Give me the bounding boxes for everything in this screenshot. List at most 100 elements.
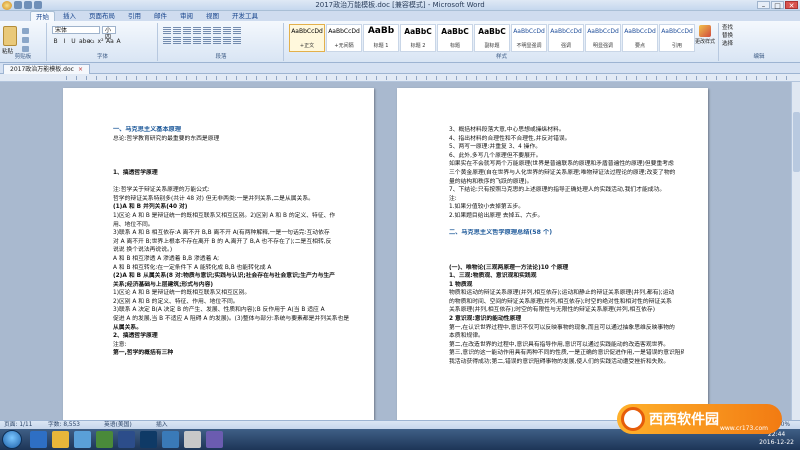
copy-icon[interactable] (22, 37, 29, 43)
paste-button[interactable] (3, 26, 17, 46)
tab-6[interactable]: 视图 (201, 11, 224, 21)
style-item[interactable]: AaBbCcDd 明显强调 (585, 24, 621, 52)
start-button-icon[interactable] (2, 430, 22, 449)
ruler-tick (286, 76, 287, 80)
tab-3[interactable]: 引用 (123, 11, 146, 21)
document-page-2[interactable]: 3、概括材料段落大意,中心思想或操纵材料。 4、指出材料的合理性和不合理性,并反对… (397, 88, 708, 420)
ruler-tick (786, 76, 787, 80)
ruler-tick (656, 76, 657, 80)
font-format-button[interactable]: x² (97, 38, 104, 46)
close-icon[interactable]: ✕ (785, 1, 798, 10)
app2-icon[interactable] (184, 431, 201, 448)
ruler-tick (376, 76, 377, 80)
cut-icon[interactable] (22, 28, 29, 34)
ruler-tick (536, 76, 537, 80)
document-page-1[interactable]: 一、马克思主义基本原理 总论:哲学教育研究的最重要的东西是原理 1、搞透哲学原理 注:… (63, 88, 374, 420)
tab-1[interactable]: 插入 (58, 11, 81, 21)
style-item[interactable]: AaBbCcDd +正文 (289, 24, 325, 52)
photoshop-icon[interactable] (140, 431, 157, 448)
explorer-icon[interactable] (52, 431, 69, 448)
minimize-icon[interactable]: – (757, 1, 770, 10)
bullets-icon[interactable] (163, 27, 171, 34)
site-watermark: 西西软件园 www.cr173.com (617, 404, 782, 434)
show-marks-icon[interactable] (233, 27, 241, 34)
word-open-icon[interactable] (162, 431, 179, 448)
style-item[interactable]: AaBbCcDd +无间隔 (326, 24, 362, 52)
decrease-indent-icon[interactable] (193, 27, 201, 34)
font-name-select[interactable]: 宋体 (52, 26, 100, 34)
document-tab[interactable]: 2017政治万能模板.doc × (3, 64, 90, 74)
chinese-layout-icon[interactable] (213, 27, 221, 34)
font-format-button[interactable]: Aa (106, 38, 114, 46)
font-format-button[interactable]: abe (79, 38, 90, 46)
change-styles-button[interactable]: 更改样式 (694, 24, 716, 52)
word-taskbar-icon[interactable] (118, 431, 135, 448)
style-item[interactable]: AaBbCcDd 要点 (622, 24, 658, 52)
text-line: (2)A 和 B 从属关系(8 对:物质与意识;实践与认识;社会存在与社会意识;… (113, 273, 335, 280)
align-left-icon[interactable] (163, 37, 171, 44)
ruler-tick (216, 76, 217, 80)
borders-icon[interactable] (233, 37, 241, 44)
text-line: 关系;经济基础与上层建筑;形式与内容) (113, 281, 214, 288)
tab-5[interactable]: 审阅 (175, 11, 198, 21)
maximize-icon[interactable]: □ (771, 1, 784, 10)
format-painter-icon[interactable] (22, 46, 29, 52)
ruler-tick (746, 76, 747, 80)
style-item[interactable]: AaBbCcDd 强调 (548, 24, 584, 52)
ruler-tick (406, 76, 407, 80)
increase-indent-icon[interactable] (203, 27, 211, 34)
justify-icon[interactable] (193, 37, 201, 44)
ruler-tick (266, 76, 267, 80)
find-button[interactable]: 查找 (722, 24, 733, 32)
text-line (449, 255, 684, 264)
replace-button[interactable]: 替换 (722, 32, 733, 40)
style-preview: AaBbC (404, 27, 432, 36)
font-format-button[interactable]: U (70, 38, 77, 46)
sort-icon[interactable] (223, 27, 231, 34)
align-right-icon[interactable] (183, 37, 191, 44)
style-item[interactable]: AaBbCcDd 不明显强调 (511, 24, 547, 52)
align-center-icon[interactable] (173, 37, 181, 44)
font-format-button[interactable]: B (52, 38, 59, 46)
ruler-tick (576, 76, 577, 80)
ie-icon[interactable] (30, 431, 47, 448)
style-item[interactable]: AaBbCcDd 引用 (659, 24, 695, 52)
font-format-button[interactable]: A (115, 38, 122, 46)
ruler-tick (456, 76, 457, 80)
select-button[interactable]: 选择 (722, 40, 733, 48)
font-size-select[interactable]: 小四 (102, 26, 116, 41)
tab-0[interactable]: 开始 (30, 11, 55, 21)
ruler-tick (276, 76, 277, 80)
section-heading: 二、马克思主义哲学原理总结(58 个) (449, 229, 553, 237)
ruler-tick (346, 76, 347, 80)
tab-2[interactable]: 页面布局 (84, 11, 120, 21)
font-format-button[interactable]: I (61, 38, 68, 46)
style-item[interactable]: AaBbC 副标题 (474, 24, 510, 52)
shading-icon[interactable] (223, 37, 231, 44)
text-line: 3)联系 A 决定 B(A 决定 B 的产生、发展、性质和内容);B 反作用于 … (113, 307, 325, 314)
style-item[interactable]: AaBbC 标题 2 (400, 24, 436, 52)
ruler-tick (106, 76, 107, 80)
ribbon-tabs: 开始 插入 页面布局 引用 邮件 审阅 视图 开发工具 (0, 11, 800, 21)
scrollbar-thumb[interactable] (793, 112, 800, 172)
page-1-content: 一、马克思主义基本原理 总论:哲学教育研究的最重要的东西是原理 1、搞透哲学原理 注:… (113, 126, 350, 358)
style-item[interactable]: AaBb 标题 1 (363, 24, 399, 52)
distribute-icon[interactable] (203, 37, 211, 44)
ruler-tick (596, 76, 597, 80)
horizontal-ruler[interactable] (0, 74, 800, 82)
multilevel-list-icon[interactable] (183, 27, 191, 34)
ruler-tick (526, 76, 527, 80)
tab-4[interactable]: 邮件 (149, 11, 172, 21)
text-line: 1、搞透哲学原理 (113, 169, 158, 176)
line-spacing-icon[interactable] (213, 37, 221, 44)
app-icon[interactable] (96, 431, 113, 448)
numbering-icon[interactable] (173, 27, 181, 34)
text-line: 促进 A 的发展,当 B 不适应 A 阻碍 A 的发展)。(3)整体与部分:系统… (113, 316, 350, 323)
style-item[interactable]: AaBbC 标题 (437, 24, 473, 52)
tab-7[interactable]: 开发工具 (227, 11, 263, 21)
vertical-scrollbar[interactable] (791, 82, 800, 420)
close-tab-icon[interactable]: × (78, 66, 83, 73)
font-format-button[interactable]: x₂ (88, 38, 95, 46)
app3-icon[interactable] (206, 431, 223, 448)
media-icon[interactable] (74, 431, 91, 448)
